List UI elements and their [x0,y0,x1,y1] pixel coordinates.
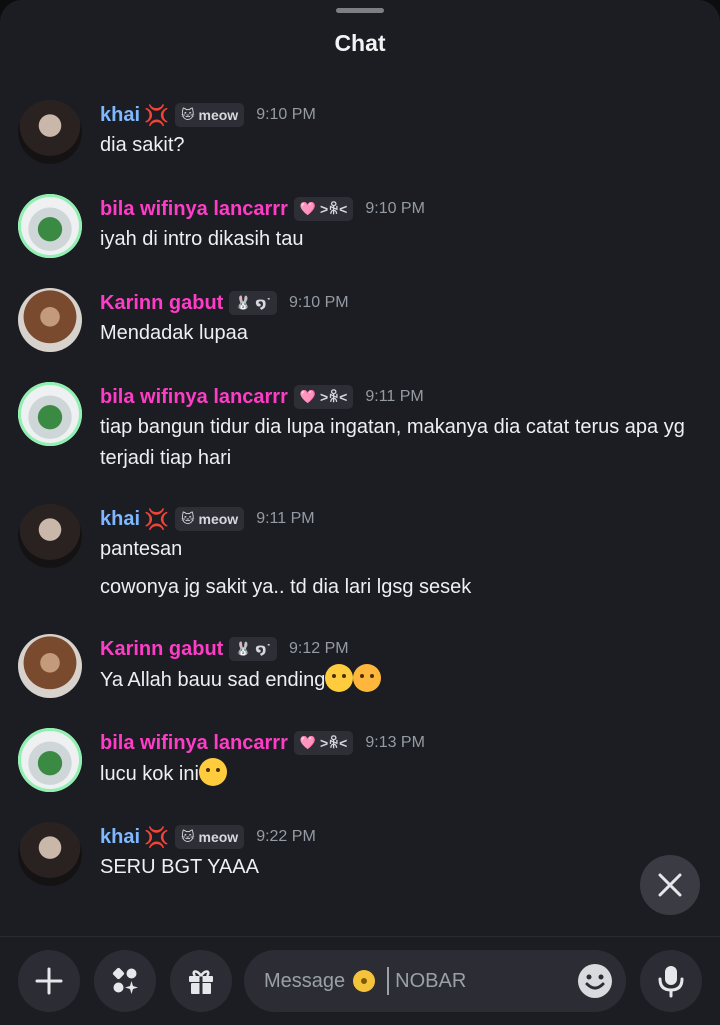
timestamp: 9:11 PM [365,388,424,405]
timestamp: 9:13 PM [365,734,425,751]
timestamp: 9:22 PM [256,828,316,845]
server-tag[interactable]: 🩷 >ꆜ< [293,197,354,221]
cat-icon: 🐱 [180,829,195,844]
avatar[interactable] [18,728,82,792]
server-tag-label: ໑˙ [255,640,271,657]
message-line: lucu kok ini [100,758,702,790]
heart-icon: 🩷 [299,735,317,750]
username[interactable]: khai [100,104,140,127]
anger-icon: 💢 [144,826,169,849]
server-tag-label: >ꆜ< [320,201,348,217]
server-tag-label: >ꆜ< [320,389,348,405]
avatar[interactable] [18,100,82,164]
server-tag[interactable]: 🐰 ໑˙ [229,637,277,661]
message-line: Ya Allah bauu sad ending [100,664,702,696]
rabbit-icon: 🐰 [235,641,252,656]
username[interactable]: bila wifinya lancarrr [100,386,288,409]
voice-message-button[interactable] [640,950,702,1012]
timestamp: 9:12 PM [289,640,349,657]
server-tag-label: meow [198,511,239,527]
close-button[interactable] [640,855,700,915]
text-cursor [387,967,390,995]
message-input[interactable]: Message NOBAR [244,950,626,1012]
avatar[interactable] [18,504,82,568]
gift-button[interactable] [170,950,232,1012]
rabbit-icon: 🐰 [235,295,252,310]
username[interactable]: khai [100,508,140,531]
message-placeholder: Message [264,969,346,992]
cat-icon: 🐱 [180,107,195,122]
server-tag[interactable]: 🐱 meow [174,507,245,531]
page-title: Chat [334,30,386,56]
anger-icon: 💢 [144,104,169,127]
dvd-icon [353,970,376,992]
message-text: cowonya jg sakit ya.. td dia lari lgsg s… [100,576,472,598]
heart-icon: 🩷 [299,389,317,404]
server-tag[interactable]: 🩷 >ꆜ< [293,731,354,755]
username[interactable]: khai [100,826,140,849]
avatar[interactable] [18,382,82,446]
cat-icon: 🐱 [180,511,195,526]
message-text: Ya Allah bauu sad ending [100,669,326,691]
close-icon [658,873,682,897]
apps-icon [112,967,138,994]
microphone-icon [658,966,684,998]
message-text: dia sakit? [100,134,185,156]
server-tag[interactable]: 🐰 ໑˙ [229,291,277,315]
avatar[interactable] [18,288,82,352]
composer-bar: Message NOBAR [0,936,720,1025]
plus-icon [35,967,63,995]
username[interactable]: bila wifinya lancarrr [100,732,288,755]
add-attachment-button[interactable] [18,950,80,1012]
gift-icon [189,970,213,994]
emoji-icon[interactable] [576,962,614,1000]
pleading-face-icon [325,664,354,692]
message-text: lucu kok ini [100,763,199,785]
message-text: tiap bangun tidur dia lupa ingatan, maka… [100,416,685,469]
sheet-drag-handle[interactable] [336,8,384,13]
server-tag[interactable]: 🐱 meow [174,825,245,849]
message-text: SERU BGT YAAA [100,856,259,878]
server-tag-label: meow [198,829,239,845]
avatar[interactable] [18,634,82,698]
avatar[interactable] [18,822,82,886]
avatar[interactable] [18,194,82,258]
channel-name: NOBAR [395,969,467,992]
username[interactable]: bila wifinya lancarrr [100,198,288,221]
server-tag-label: meow [198,107,239,123]
username[interactable]: Karinn gabut [100,638,223,661]
chat-sheet: Chat khai 💢 🐱 meow 9:10 PM dia sakit? bil… [0,0,720,1025]
server-tag-label: >ꆜ< [320,735,348,751]
message-text: iyah di intro dikasih tau [100,228,304,250]
crying-face-icon [353,664,382,692]
message-text: pantesan [100,538,183,560]
anger-icon: 💢 [144,508,169,531]
apps-button[interactable] [94,950,156,1012]
timestamp: 9:11 PM [256,510,315,527]
timestamp: 9:10 PM [289,294,349,311]
server-tag-label: ໑˙ [255,294,271,311]
message-text: Mendadak lupaa [100,322,248,344]
server-tag[interactable]: 🐱 meow [174,103,245,127]
username[interactable]: Karinn gabut [100,292,223,315]
timestamp: 9:10 PM [365,200,425,217]
timestamp: 9:10 PM [256,106,316,123]
heart-icon: 🩷 [299,201,317,216]
relieved-face-icon [198,758,227,786]
server-tag[interactable]: 🩷 >ꆜ< [293,385,354,409]
